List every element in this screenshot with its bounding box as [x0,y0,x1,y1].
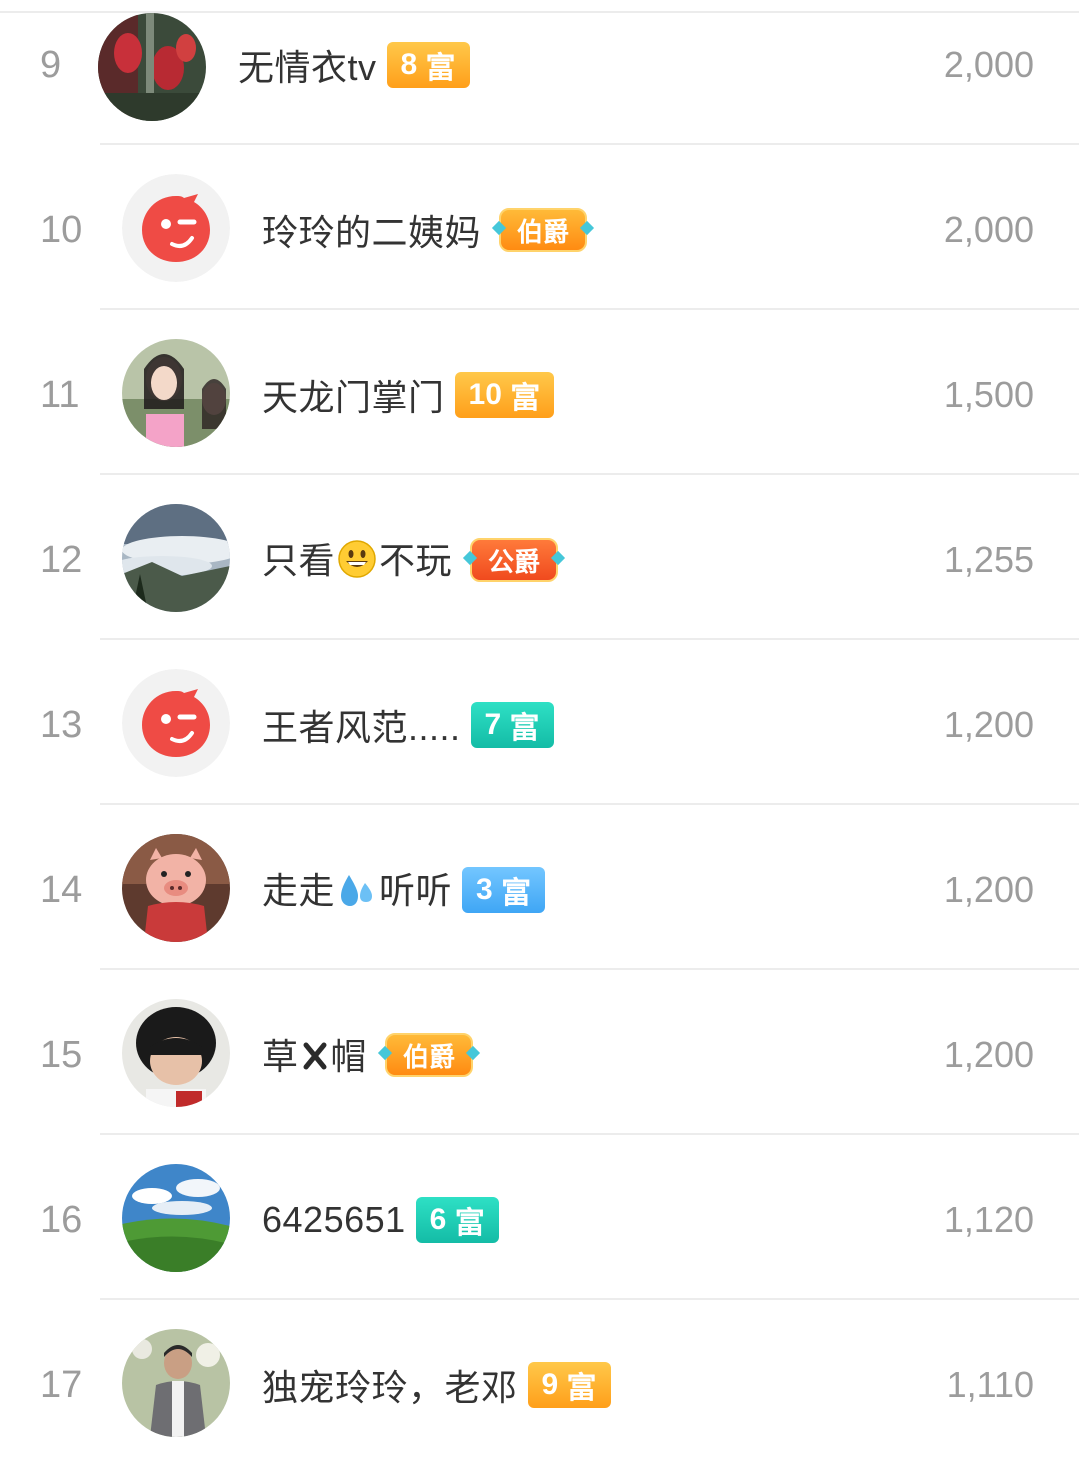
user-entry: 王者风范..... 7 富 [262,700,554,750]
rank-number: 12 [40,539,83,581]
rank-number: 14 [40,869,83,911]
badge-label: 富 [454,1207,485,1240]
score: 1,200 [943,704,1034,745]
badge-label: 富 [501,877,532,910]
score: 1,200 [943,1034,1034,1075]
avatar[interactable] [122,669,230,777]
score: 1,500 [943,374,1034,415]
rank-number: 13 [40,704,83,746]
badge-label: 富 [566,1372,597,1405]
user-entry: 草帽 伯爵 [262,1028,474,1082]
username[interactable]: 玲玲的二姨妈 [262,204,481,256]
user-entry: 玲玲的二姨妈 伯爵 [262,204,588,256]
rank-number: 9 [40,44,62,86]
username[interactable]: 无情衣tv [238,39,377,91]
noble-rank-badge: 伯爵 [499,208,588,252]
username-part: 听听 [379,870,453,912]
username[interactable]: 草帽 [262,1028,367,1082]
avatar[interactable] [122,834,230,942]
list-item[interactable]: 13 王者风范..... 7 富 1,200 [0,640,1079,805]
username[interactable]: 独宠玲玲，老邓 [262,1359,518,1411]
noble-rank-badge: 公爵 [470,538,559,582]
badge-label: 富 [509,712,540,745]
score: 1,255 [943,539,1034,580]
avatar[interactable] [98,13,206,121]
list-item[interactable]: 10 玲玲的二姨妈 伯爵 2,000 [0,145,1079,310]
sweat-droplets-icon [337,869,377,918]
wealth-level-badge: 7 富 [470,702,554,748]
badge-level: 3 [476,873,493,906]
list-item[interactable]: 14 走走 听听 3 富 1,200 [0,805,1079,970]
score: 2,000 [943,44,1034,85]
cross-mark-icon [301,1037,329,1082]
user-entry: 独宠玲玲，老邓 9 富 [262,1360,611,1410]
noble-rank-badge: 伯爵 [385,1033,474,1077]
mascot-icon [122,174,230,282]
rank-number: 15 [40,1034,83,1076]
wealth-level-badge: 8 富 [386,42,470,88]
badge-level: 7 [484,708,502,741]
avatar[interactable] [122,174,230,282]
list-item[interactable]: 17 独宠玲玲，老邓 9 富 1,110 [0,1300,1079,1465]
rank-number: 16 [40,1199,83,1241]
username-part: 走走 [262,870,336,912]
user-entry: 只看 不玩 公爵 [262,532,559,588]
username[interactable]: 只看 不玩 [262,532,452,588]
badge-label: 富 [510,382,541,415]
username[interactable]: 天龙门掌门 [262,369,445,421]
badge-level: 8 [400,48,418,81]
user-entry: 走走 听听 3 富 [262,862,546,918]
wealth-level-badge: 10 富 [454,372,555,418]
badge-level: 6 [429,1203,447,1236]
avatar[interactable] [122,999,230,1107]
username-part: 只看 [262,540,336,582]
badge-label: 富 [425,52,456,85]
user-entry: 无情衣tv 8 富 [238,40,470,90]
score: 1,200 [943,869,1034,910]
list-item[interactable]: 15 草帽 伯爵 1,200 [0,970,1079,1135]
wealth-level-badge: 3 富 [462,867,546,913]
username[interactable]: 王者风范..... [262,699,461,751]
username[interactable]: 走走 听听 [262,862,452,918]
score: 2,000 [943,209,1034,250]
grinning-face-icon [337,539,377,588]
username-part: 帽 [330,1036,368,1078]
list-item[interactable]: 11 天龙门掌门 10 富 1,500 [0,310,1079,475]
user-entry: 天龙门掌门 10 富 [262,369,555,421]
username-part: 不玩 [379,540,453,582]
wealth-level-badge: 9 富 [527,1362,611,1408]
user-entry: 6425651 6 富 [262,1195,499,1245]
avatar[interactable] [122,339,230,447]
score: 1,110 [946,1364,1034,1405]
avatar[interactable] [122,504,230,612]
list-item[interactable]: 12 只看 不玩 公爵 1,255 [0,475,1079,640]
score: 1,120 [943,1199,1034,1240]
avatar[interactable] [122,1164,230,1272]
username-part: 草 [262,1036,299,1078]
mascot-icon [122,669,230,777]
rank-number: 17 [40,1364,83,1406]
avatar[interactable] [122,1329,230,1437]
rank-number: 11 [40,374,80,416]
rank-number: 10 [40,209,83,251]
wealth-level-badge: 6 富 [415,1197,499,1243]
badge-level: 10 [468,378,502,411]
list-item[interactable]: 9 无情衣tv 8 富 2,000 [0,0,1079,145]
list-item[interactable]: 16 6425651 6 富 1,120 [0,1135,1079,1300]
badge-level: 9 [541,1368,559,1401]
username[interactable]: 6425651 [262,1199,406,1241]
